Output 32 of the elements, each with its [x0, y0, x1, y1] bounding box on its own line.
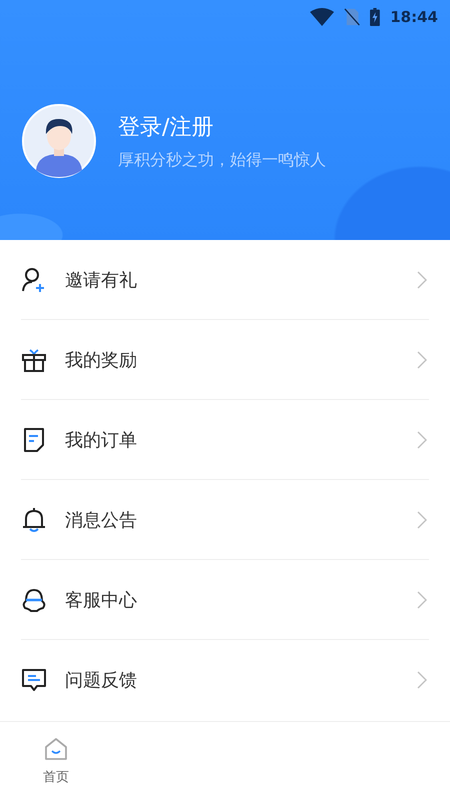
menu-item[interactable]: 邀请有礼	[21, 240, 429, 320]
chevron-right-icon	[417, 350, 427, 368]
menu-item[interactable]: 问题反馈	[21, 640, 429, 720]
menu-item[interactable]: 客服中心	[21, 560, 429, 640]
chevron-right-icon	[417, 510, 427, 528]
chevron-right-icon	[417, 430, 427, 448]
menu-item[interactable]: 我的奖励	[21, 320, 429, 400]
home-tab[interactable]: 首页	[0, 722, 112, 800]
menu-item[interactable]: 消息公告	[21, 480, 429, 560]
home-icon	[43, 736, 69, 762]
menu-label: 消息公告	[65, 508, 138, 532]
menu-label: 邀请有礼	[65, 268, 138, 292]
battery-charging-icon	[370, 8, 380, 26]
menu-label: 客服中心	[65, 588, 138, 612]
message-icon	[21, 667, 47, 693]
chevron-right-icon	[417, 590, 427, 608]
document-icon	[21, 426, 47, 452]
bell-icon	[21, 506, 47, 532]
avatar-icon[interactable]	[22, 104, 96, 178]
menu-item[interactable]: 我的订单	[21, 400, 429, 480]
headset-icon	[21, 586, 47, 612]
chevron-right-icon	[417, 671, 427, 689]
status-time: 18:44	[390, 8, 438, 26]
chevron-right-icon	[417, 270, 427, 288]
slogan-text: 厚积分秒之功，始得一鸣惊人	[118, 150, 326, 170]
menu-label: 问题反馈	[65, 669, 138, 692]
no-sim-icon	[344, 8, 360, 26]
wifi-icon	[310, 8, 334, 26]
user-add-icon	[21, 266, 47, 292]
menu-label: 我的奖励	[65, 348, 138, 372]
gift-icon	[21, 346, 47, 372]
menu-label: 我的订单	[65, 428, 138, 452]
